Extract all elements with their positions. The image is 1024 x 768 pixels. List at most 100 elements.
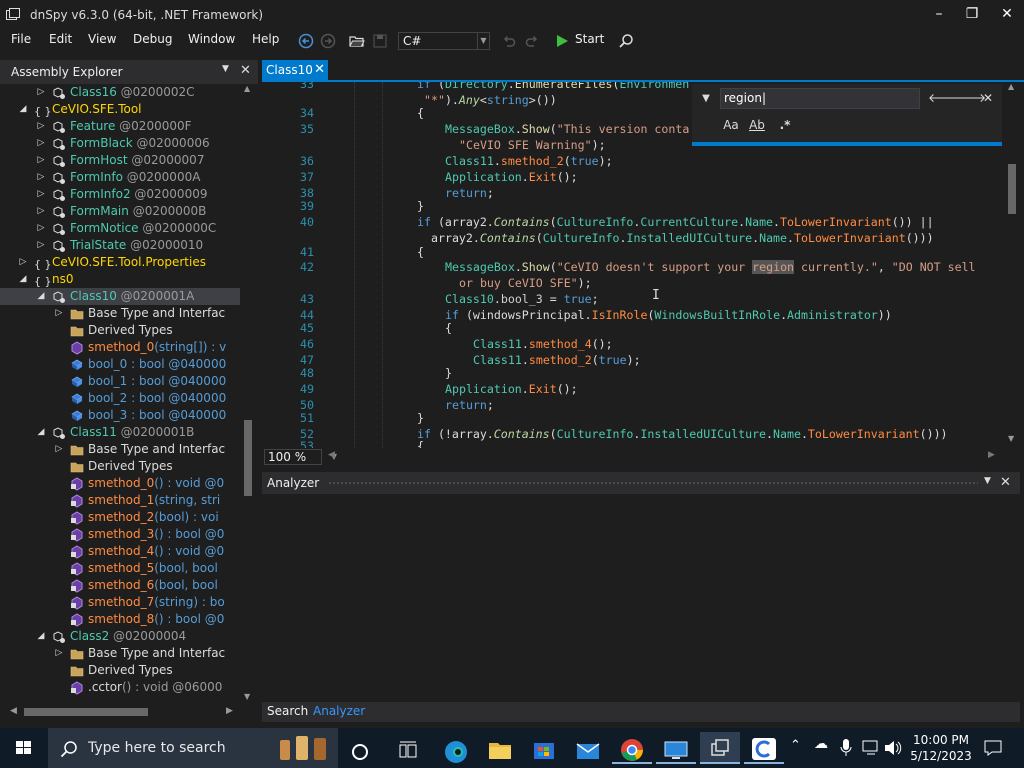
- tree-node[interactable]: bool_0 : bool @040000: [0, 356, 240, 373]
- expand-arrow-icon[interactable]: ▷: [54, 645, 64, 662]
- task-view-icon[interactable]: [388, 732, 428, 764]
- tree-vertical-scrollbar[interactable]: ▲ ▼: [240, 84, 258, 704]
- tree-node[interactable]: ▷ Class16 @0200002C: [0, 84, 240, 101]
- menu-window[interactable]: Window: [186, 32, 237, 46]
- notifications-icon[interactable]: [984, 740, 1002, 756]
- code-line[interactable]: 48}: [262, 365, 1004, 381]
- open-folder-icon[interactable]: [347, 31, 367, 51]
- tree-node[interactable]: .cctor() : void @06000: [0, 679, 240, 696]
- taskbar-clock[interactable]: 10:00 PM 5/12/2023: [906, 732, 976, 764]
- file-explorer-icon[interactable]: [480, 732, 520, 764]
- close-button[interactable]: ✕: [992, 4, 1022, 26]
- expand-arrow-icon[interactable]: ▷: [36, 84, 46, 101]
- expand-arrow-icon[interactable]: ▷: [36, 152, 46, 169]
- editor-scroll-thumb[interactable]: [1008, 164, 1016, 214]
- maximize-button[interactable]: ❐: [957, 4, 987, 26]
- tree-node[interactable]: ▷ Base Type and Interfac: [0, 441, 240, 458]
- tree-node[interactable]: ▷ Base Type and Interfac: [0, 305, 240, 322]
- tree-node[interactable]: smethod_7(string) : bo: [0, 594, 240, 611]
- panel-dropdown-icon[interactable]: ▼: [984, 476, 991, 486]
- expand-arrow-icon[interactable]: ▷: [54, 441, 64, 458]
- menu-debug[interactable]: Debug: [131, 32, 174, 46]
- tree-node[interactable]: ▷ FormHost @02000007: [0, 152, 240, 169]
- microphone-icon[interactable]: [840, 739, 852, 757]
- navigate-forward-icon[interactable]: [318, 31, 338, 51]
- code-line[interactable]: 51}: [262, 410, 1004, 426]
- tab-search[interactable]: Search: [267, 704, 308, 718]
- tree-node[interactable]: ▷ FormInfo2 @02000009: [0, 186, 240, 203]
- search-icon[interactable]: [616, 31, 636, 51]
- tree-node[interactable]: ◢ Class10 @0200001A: [0, 288, 240, 305]
- tray-expand-icon[interactable]: ⌃: [790, 738, 801, 753]
- tree-node[interactable]: ▷ FormNotice @0200000C: [0, 220, 240, 237]
- expand-arrow-icon[interactable]: ▷: [36, 237, 46, 254]
- panel-close-icon[interactable]: ✕: [1000, 475, 1011, 490]
- tree-node[interactable]: ▷ FormBlack @02000006: [0, 135, 240, 152]
- find-previous-icon[interactable]: 🡐: [928, 89, 960, 107]
- collapse-arrow-icon[interactable]: ◢: [18, 271, 28, 288]
- menu-edit[interactable]: Edit: [47, 32, 74, 46]
- menu-view[interactable]: View: [86, 32, 118, 46]
- tree-node[interactable]: smethod_2(bool) : voi: [0, 509, 240, 526]
- tree-node[interactable]: smethod_0() : void @0: [0, 475, 240, 492]
- dnspy-taskbar-icon[interactable]: [700, 732, 740, 764]
- tab-analyzer[interactable]: Analyzer: [313, 704, 365, 718]
- tree-node[interactable]: smethod_5(bool, bool: [0, 560, 240, 577]
- tree-node[interactable]: ▷ Feature @0200000F: [0, 118, 240, 135]
- greenshot-icon[interactable]: [744, 732, 784, 764]
- start-debugging-icon[interactable]: [552, 31, 572, 51]
- edge-icon[interactable]: [436, 732, 476, 764]
- panel-dropdown-icon[interactable]: ▼: [222, 64, 229, 74]
- expand-arrow-icon[interactable]: ▷: [36, 220, 46, 237]
- tab-class10[interactable]: Class10 ✕: [262, 60, 328, 80]
- tree-node[interactable]: smethod_8() : bool @0: [0, 611, 240, 628]
- tree-node[interactable]: bool_1 : bool @040000: [0, 373, 240, 390]
- tree-scroll-thumb[interactable]: [244, 420, 252, 496]
- tree-node[interactable]: ◢ { } CeVIO.SFE.Tool: [0, 101, 240, 118]
- find-input[interactable]: region|: [720, 88, 920, 109]
- start-button[interactable]: Start: [573, 32, 606, 46]
- expand-arrow-icon[interactable]: ▷: [36, 186, 46, 203]
- tree-node[interactable]: ▷ FormInfo @0200000A: [0, 169, 240, 186]
- tree-node[interactable]: smethod_0(string[]) : v: [0, 339, 240, 356]
- expand-arrow-icon[interactable]: ▷: [36, 118, 46, 135]
- code-line[interactable]: 36 Class11.smethod_2(true);: [262, 153, 1004, 169]
- tree-node[interactable]: bool_2 : bool @040000: [0, 390, 240, 407]
- editor-vertical-scrollbar[interactable]: ▲ ▼: [1004, 82, 1020, 448]
- tree-node[interactable]: ◢ Class2 @02000004: [0, 628, 240, 645]
- tree-node[interactable]: ▷ TrialState @02000010: [0, 237, 240, 254]
- taskbar-search-box[interactable]: Type here to search: [48, 728, 338, 768]
- onedrive-icon[interactable]: ☁: [814, 736, 828, 752]
- code-line[interactable]: or buy CeVIO SFE");: [262, 275, 1004, 291]
- tree-node[interactable]: ▷ FormMain @0200000B: [0, 203, 240, 220]
- match-case-icon[interactable]: Aa: [722, 116, 740, 134]
- whole-word-icon[interactable]: Ab: [748, 116, 766, 134]
- save-icon[interactable]: [370, 31, 390, 51]
- tree-node[interactable]: ▷ Base Type and Interfac: [0, 645, 240, 662]
- code-line[interactable]: 39}: [262, 198, 1004, 214]
- menu-file[interactable]: File: [9, 32, 33, 46]
- tab-close-icon[interactable]: ✕: [314, 60, 325, 80]
- code-line[interactable]: 45 {: [262, 320, 1004, 336]
- expand-arrow-icon[interactable]: ▷: [36, 203, 46, 220]
- tree-horizontal-scrollbar[interactable]: ◀ ▶: [0, 704, 258, 722]
- tree-node[interactable]: ◢ Class11 @0200001B: [0, 424, 240, 441]
- tree-node[interactable]: smethod_1(string, stri: [0, 492, 240, 509]
- tree-node[interactable]: bool_3 : bool @040000: [0, 407, 240, 424]
- collapse-arrow-icon[interactable]: ◢: [36, 424, 46, 441]
- remote-desktop-icon[interactable]: [656, 732, 696, 764]
- store-icon[interactable]: [524, 732, 564, 764]
- language-select[interactable]: C# ▼: [398, 32, 490, 50]
- regex-icon[interactable]: .*: [776, 116, 794, 134]
- volume-icon[interactable]: [884, 740, 902, 756]
- tree-node[interactable]: Derived Types: [0, 458, 240, 475]
- code-line[interactable]: 37 Application.Exit();: [262, 169, 1004, 185]
- zoom-select[interactable]: 100 % ▼: [264, 449, 337, 465]
- collapse-arrow-icon[interactable]: ◢: [18, 101, 28, 118]
- tree-node[interactable]: smethod_4() : void @0: [0, 543, 240, 560]
- expand-arrow-icon[interactable]: ▷: [36, 135, 46, 152]
- menu-help[interactable]: Help: [250, 32, 281, 46]
- tree-node[interactable]: smethod_6(bool, bool: [0, 577, 240, 594]
- navigate-back-icon[interactable]: [296, 31, 316, 51]
- collapse-arrow-icon[interactable]: ◢: [36, 628, 46, 645]
